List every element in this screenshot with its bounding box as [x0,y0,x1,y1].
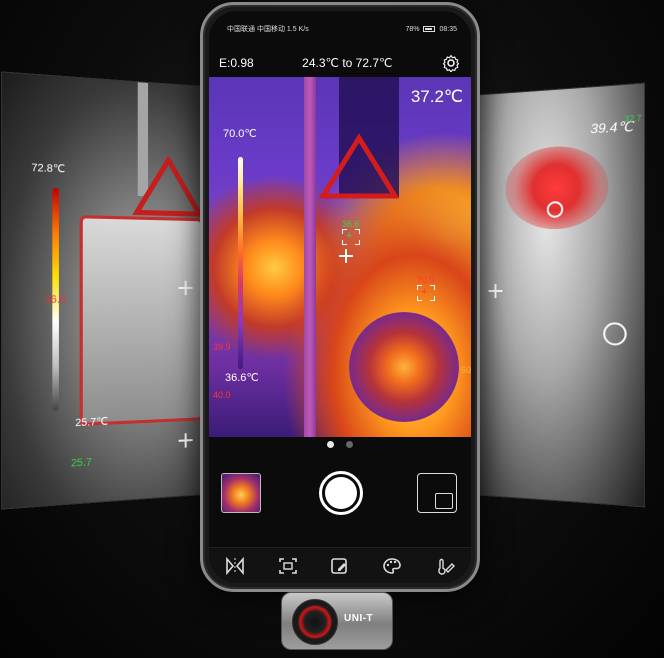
center-temperature: 37.2℃ [410,87,463,106]
carrier-signal: 中国联通 中国移动 1.5 K/s [227,26,309,33]
red-marker-value: 70.0 [417,275,435,285]
green-marker-value: 36.6 [342,219,360,229]
left-green-marker: 25.7 [70,456,92,470]
emissivity-value[interactable]: E:0.98 [219,56,254,70]
right-thermal-panel: 39.4℃ 32.7 [470,82,646,508]
lens-icon [292,599,338,645]
right-crosshair-icon [489,284,503,298]
gear-icon[interactable] [441,53,461,73]
page-dot-active[interactable] [327,441,334,448]
brand-logo: UNI-T [344,613,374,624]
status-right: 78% 08:35 [405,26,457,33]
edit-image-icon[interactable] [328,555,352,577]
warning-triangle-icon [319,133,399,199]
scan-icon[interactable] [276,555,300,577]
scale-max-label: 70.0℃ [223,128,257,140]
left-crosshair-icon [179,281,193,295]
thermal-camera-dongle: UNI-T [281,592,393,650]
scale-min-label: 36.6℃ [225,372,259,384]
palette-icon[interactable] [380,555,404,577]
motor-shape [349,312,459,422]
right-green-marker: 32.7 [624,113,642,125]
component-shape-2 [603,322,627,346]
left-thermal-panel: 72.8℃ 36.6 25.7℃ 25.7 [0,71,233,510]
temperature-range: 24.3℃ to 72.7℃ [302,56,393,70]
top-bar: E:0.98 24.3℃ to 72.7℃ [209,49,471,77]
left-marker-b: 40.0 [213,390,231,400]
page-dot[interactable] [346,441,353,448]
picture-in-picture-button[interactable] [417,473,457,513]
center-crosshair-icon[interactable] [339,249,353,263]
status-bar: 中国联通 中国移动 1.5 K/s 78% 08:35 [227,21,457,37]
shutter-button[interactable] [319,471,363,515]
green-marker-box[interactable]: + [342,229,360,245]
left-max-temp: 72.8℃ [31,162,66,176]
color-scale-bar [238,157,243,369]
left-min-temp: 25.7℃ [75,416,109,430]
clock: 08:35 [439,25,457,33]
left-mid-temp: 36.6 [44,294,66,306]
left-crosshair-icon-2 [179,433,193,448]
equipment-shape [79,215,204,426]
battery-percent: 78% [405,25,420,33]
pipe-shape [304,77,316,437]
gallery-thumbnail[interactable] [221,473,261,513]
battery-icon [423,26,436,32]
warning-triangle-icon [133,154,204,218]
red-marker-box[interactable]: + [417,285,435,301]
bottom-toolbar [209,547,471,583]
phone-frame: 中国联通 中国移动 1.5 K/s 78% 08:35 E:0.98 24.3℃… [200,2,480,592]
edge-marker-value: 60 [461,365,471,375]
thermal-view[interactable]: 70.0℃ 36.6℃ 37.2℃ 36.6 + 70.0 + 60 39.9 … [209,77,471,437]
thermometer-icon[interactable] [433,555,457,577]
phone-screen: 中国联通 中国移动 1.5 K/s 78% 08:35 E:0.98 24.3℃… [209,11,471,583]
mirror-icon[interactable] [223,555,247,577]
capture-controls [209,471,471,521]
left-marker-a: 39.9 [213,342,231,352]
page-indicator [209,441,471,448]
